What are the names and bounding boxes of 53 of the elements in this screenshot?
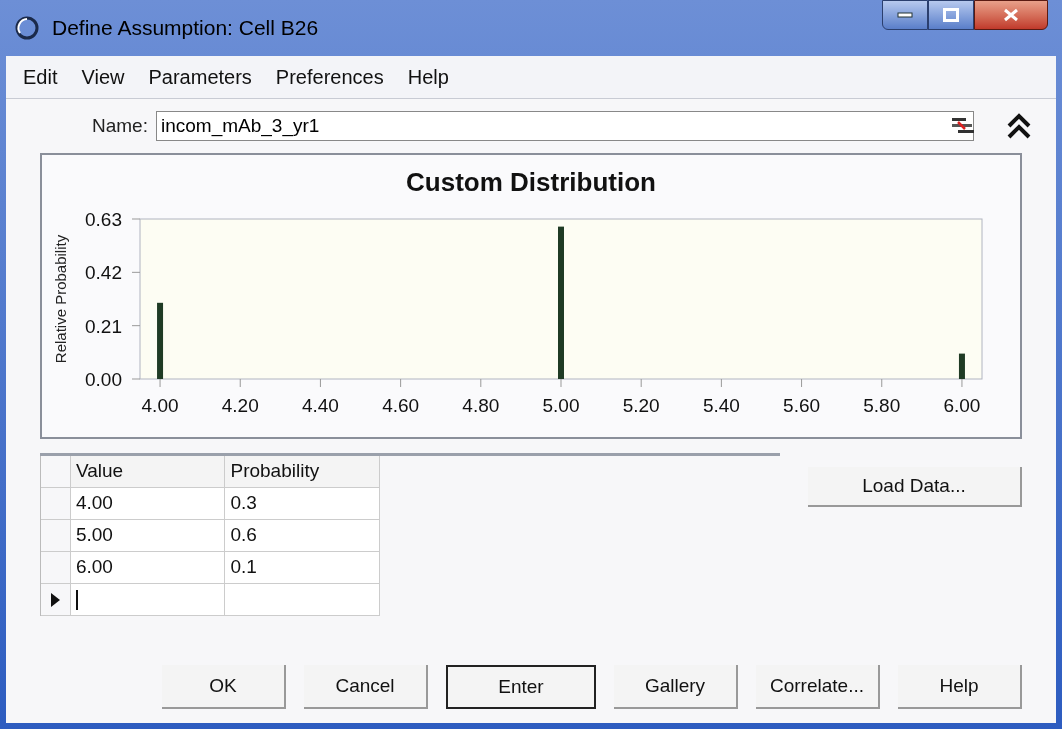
y-tick-label: 0.21 (85, 315, 122, 337)
x-tick-label: 5.20 (622, 395, 660, 416)
x-tick-label: 4.20 (221, 395, 259, 416)
x-tick-label: 5.00 (542, 395, 580, 416)
x-tick-label: 4.00 (141, 395, 179, 416)
menu-item[interactable]: Edit (18, 62, 63, 92)
table-cell[interactable]: 4.00 (70, 488, 226, 519)
dialog-button[interactable]: OK (162, 665, 286, 709)
menu-item[interactable]: View (76, 62, 130, 92)
menu-item[interactable]: Parameters (143, 62, 257, 92)
load-data-button[interactable]: Load Data... (808, 467, 1022, 507)
chart-title: Custom Distribution (406, 167, 656, 197)
column-header: Probability (225, 456, 380, 487)
menu-item[interactable]: Preferences (270, 62, 389, 92)
y-tick-label: 0.42 (85, 262, 122, 284)
x-tick-label: 4.80 (462, 395, 500, 416)
x-tick-label: 6.00 (943, 395, 981, 416)
table-cell[interactable] (225, 584, 380, 615)
x-tick-label: 5.80 (863, 395, 901, 416)
x-tick-label: 5.60 (783, 395, 821, 416)
close-icon (1003, 8, 1019, 22)
table-cell[interactable] (70, 584, 226, 615)
dialog-button[interactable]: Cancel (304, 665, 428, 709)
name-field[interactable]: incom_mAb_3_yr1 (155, 111, 974, 141)
column-header: Value (70, 456, 226, 487)
collapse-icon[interactable] (1006, 112, 1032, 140)
dialog-button[interactable]: Enter (446, 665, 596, 709)
maximize-button[interactable] (928, 0, 974, 30)
menu-item[interactable]: Help (402, 62, 454, 92)
dialog-button[interactable]: Gallery (614, 665, 738, 709)
window-title: Define Assumption: Cell B26 (52, 15, 319, 42)
x-tick-label: 4.60 (382, 395, 420, 416)
table-cell[interactable]: 0.1 (225, 552, 380, 583)
y-axis-label: Relative Probability (52, 234, 69, 364)
y-tick-label: 0.00 (85, 369, 122, 390)
cell-reference-icon[interactable] (952, 117, 974, 135)
text-cursor (75, 589, 78, 610)
y-tick-label: 0.63 (85, 209, 122, 230)
table-cell[interactable]: 5.00 (70, 520, 226, 551)
app-icon (14, 15, 40, 41)
table-cell[interactable]: 6.00 (70, 552, 226, 583)
dialog-button[interactable]: Correlate... (756, 665, 880, 709)
maximize-icon (943, 8, 959, 22)
table-cell[interactable]: 0.6 (225, 520, 380, 551)
minimize-button[interactable] (882, 0, 928, 30)
current-row-icon (50, 592, 60, 607)
minimize-icon (897, 12, 913, 18)
name-label: Name: (92, 113, 148, 138)
x-tick-label: 5.40 (702, 395, 740, 416)
table-cell[interactable]: 0.3 (225, 488, 380, 519)
close-button[interactable] (974, 0, 1048, 30)
dialog-button[interactable]: Help (898, 665, 1022, 709)
x-tick-label: 4.40 (301, 395, 339, 416)
